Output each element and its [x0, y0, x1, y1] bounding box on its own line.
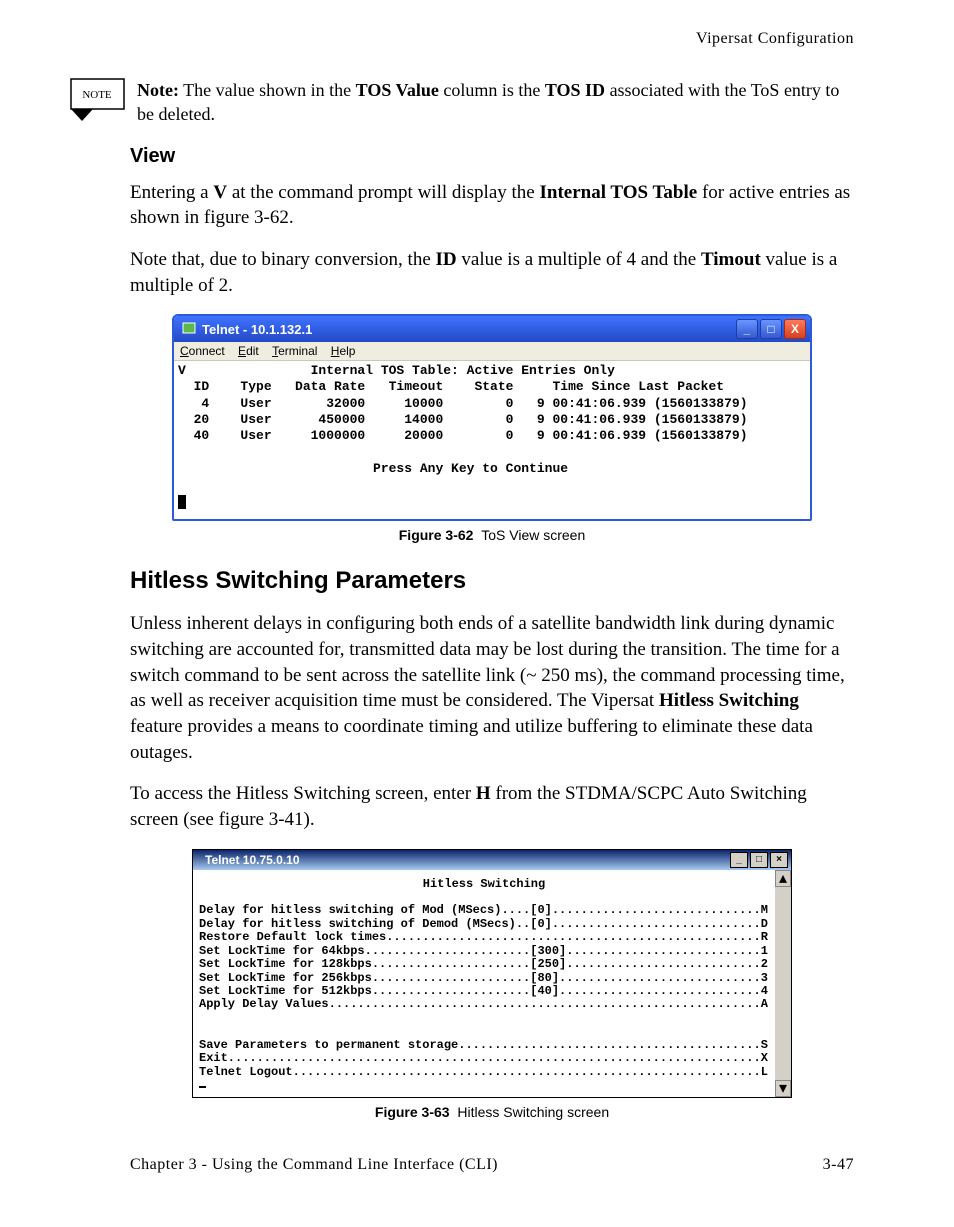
- scroll-track[interactable]: [775, 887, 791, 1080]
- terminal-cursor-icon-2: [199, 1086, 206, 1088]
- term-line: 4 User 32000 10000 0 9 00:41:06.939 (156…: [178, 396, 748, 411]
- term2-line: Telnet Logout...........................…: [199, 1065, 768, 1079]
- view-heading: View: [130, 145, 854, 168]
- hitless-p1-hs: Hitless Switching: [659, 690, 799, 711]
- hitless-p2-h: H: [476, 783, 491, 804]
- titlebar[interactable]: Telnet - 10.1.132.1 _ □ X: [174, 316, 810, 342]
- hitless-p2-a: To access the Hitless Switching screen, …: [130, 783, 476, 804]
- minimize-button-2[interactable]: _: [730, 852, 748, 868]
- fig-num: Figure 3-62: [399, 527, 474, 543]
- menubar: Connect Edit Terminal Help: [174, 342, 810, 361]
- term2-line: Save Parameters to permanent storage....…: [199, 1038, 768, 1052]
- hitless-p1-b: feature provides a means to coordinate t…: [130, 716, 813, 763]
- view-p1: Entering a V at the command prompt will …: [130, 180, 854, 231]
- hitless-p2: To access the Hitless Switching screen, …: [130, 781, 854, 832]
- telnet-app-icon: [182, 322, 196, 336]
- figure-3-62-caption: Figure 3-62 ToS View screen: [130, 527, 854, 543]
- term2-line: Delay for hitless switching of Demod (MS…: [199, 917, 768, 931]
- scroll-up-icon[interactable]: ▴: [775, 870, 791, 887]
- figure-3-63-window: c:\ Telnet 10.75.0.10 _ □ × Hitless Swit…: [192, 849, 792, 1098]
- view-p2: Note that, due to binary conversion, the…: [130, 247, 854, 298]
- note-tos-value: TOS Value: [356, 80, 439, 100]
- view-p2-t: Timout: [701, 249, 761, 270]
- menu-edit[interactable]: Edit: [238, 344, 259, 358]
- term2-line: Set LockTime for 512kbps................…: [199, 984, 768, 998]
- term-line: Press Any Key to Continue: [178, 461, 568, 476]
- term2-line: Set LockTime for 64kbps.................…: [199, 944, 768, 958]
- scrollbar[interactable]: ▴ ▾: [775, 870, 791, 1097]
- maximize-button-2[interactable]: □: [750, 852, 768, 868]
- term2-line: Set LockTime for 256kbps................…: [199, 971, 768, 985]
- menu-help[interactable]: Help: [331, 344, 356, 358]
- footer-left: Chapter 3 - Using the Command Line Inter…: [130, 1156, 498, 1174]
- figure-3-63-caption: Figure 3-63 Hitless Switching screen: [130, 1104, 854, 1120]
- term2-line: Set LockTime for 128kbps................…: [199, 957, 768, 971]
- maximize-button[interactable]: □: [760, 319, 782, 339]
- scroll-down-icon[interactable]: ▾: [775, 1080, 791, 1097]
- terminal-cursor-icon: [178, 495, 186, 509]
- term2-line: Delay for hitless switching of Mod (MSec…: [199, 903, 768, 917]
- view-p2-b: value is a multiple of 4 and the: [457, 249, 701, 270]
- fig-title-2: Hitless Switching screen: [457, 1104, 609, 1120]
- view-p1-a: Entering a: [130, 182, 213, 203]
- menu-terminal[interactable]: Terminal: [272, 344, 317, 358]
- term-line: 40 User 1000000 20000 0 9 00:41:06.939 (…: [178, 428, 748, 443]
- term2-line: Apply Delay Values......................…: [199, 997, 768, 1011]
- footer-right: 3-47: [823, 1156, 854, 1174]
- menu-connect[interactable]: Connect: [180, 344, 225, 358]
- terminal-output: V Internal TOS Table: Active Entries Onl…: [174, 361, 810, 519]
- term-line: ID Type Data Rate Timeout State Time Sin…: [178, 379, 724, 394]
- page: Vipersat Configuration NOTE Note: The va…: [0, 0, 954, 1204]
- close-button-2[interactable]: ×: [770, 852, 788, 868]
- titlebar-2[interactable]: c:\ Telnet 10.75.0.10 _ □ ×: [193, 850, 791, 870]
- term2-line: Restore Default lock times..............…: [199, 930, 768, 944]
- view-p2-a: Note that, due to binary conversion, the: [130, 249, 436, 270]
- window-title-2: Telnet 10.75.0.10: [205, 853, 300, 867]
- view-p1-b: at the command prompt will display the: [227, 182, 539, 203]
- term-line: V Internal TOS Table: Active Entries Onl…: [178, 363, 615, 378]
- view-p2-id: ID: [436, 249, 457, 270]
- note-text: Note: The value shown in the TOS Value c…: [137, 78, 854, 127]
- note-text-1: The value shown in the: [183, 80, 355, 100]
- note-tos-id: TOS ID: [545, 80, 605, 100]
- hitless-heading: Hitless Switching Parameters: [130, 567, 854, 595]
- term2-line: Exit....................................…: [199, 1051, 768, 1065]
- window-title: Telnet - 10.1.132.1: [202, 322, 312, 337]
- page-footer: Chapter 3 - Using the Command Line Inter…: [130, 1156, 854, 1174]
- fig-title: ToS View screen: [481, 527, 585, 543]
- note-block: NOTE Note: The value shown in the TOS Va…: [70, 78, 854, 127]
- term-line: 20 User 450000 14000 0 9 00:41:06.939 (1…: [178, 412, 748, 427]
- fig-num-2: Figure 3-63: [375, 1104, 450, 1120]
- note-icon: NOTE: [70, 78, 125, 122]
- close-button[interactable]: X: [784, 319, 806, 339]
- minimize-button[interactable]: _: [736, 319, 758, 339]
- terminal-heading: Hitless Switching: [199, 878, 769, 891]
- hitless-p1: Unless inherent delays in configuring bo…: [130, 611, 854, 765]
- figure-3-62-window: Telnet - 10.1.132.1 _ □ X Connect Edit T…: [172, 314, 812, 521]
- note-text-2: column is the: [439, 80, 545, 100]
- note-label: Note:: [137, 80, 179, 100]
- terminal-output-2: Hitless Switching Delay for hitless swit…: [193, 870, 775, 1097]
- view-p1-v: V: [213, 182, 227, 203]
- view-p1-itt: Internal TOS Table: [539, 182, 697, 203]
- running-head: Vipersat Configuration: [130, 30, 854, 48]
- note-icon-label: NOTE: [82, 89, 112, 101]
